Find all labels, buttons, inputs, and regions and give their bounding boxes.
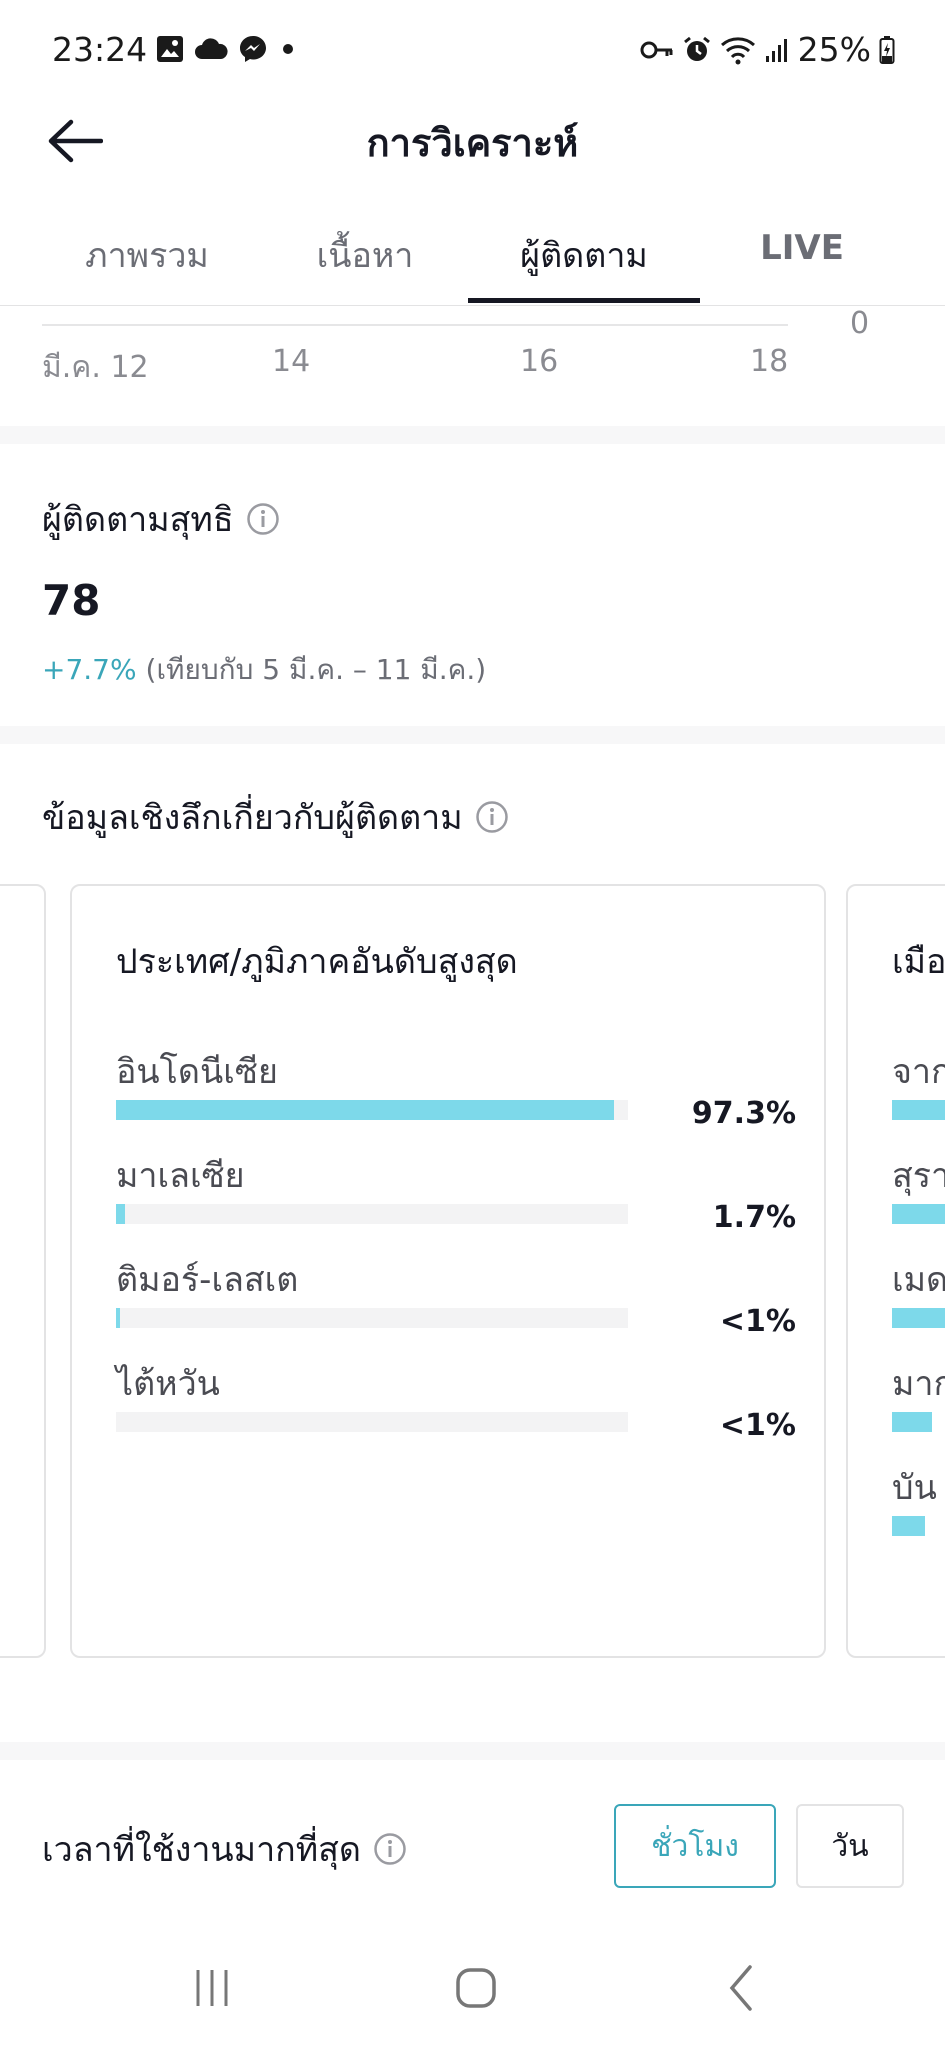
messenger-icon <box>238 34 268 64</box>
country-name: ไต้หวัน <box>116 1364 220 1404</box>
city-bar-fill <box>892 1516 925 1536</box>
city-bar-fill <box>892 1204 945 1224</box>
country-bar-fill <box>116 1204 125 1224</box>
days-toggle-button[interactable]: วัน <box>796 1804 904 1888</box>
top-cities-title: เมือ <box>892 942 945 982</box>
dot-icon <box>278 39 298 59</box>
net-followers-title-row: ผู้ติดตามสุทธิ <box>42 492 280 546</box>
comparison-period: (เทียบกับ 5 มี.ค. – 11 มี.ค.) <box>145 653 487 686</box>
info-icon[interactable] <box>373 1832 407 1866</box>
signal-icon <box>764 36 790 64</box>
country-bar-track <box>116 1412 628 1432</box>
x-tick-label: 14 <box>272 344 311 379</box>
city-name: จาก <box>892 1052 945 1092</box>
country-bar-fill <box>116 1308 121 1328</box>
city-name: บัน <box>892 1468 937 1508</box>
top-cities-card[interactable]: เมือ จาก สุรา เมด มาก บัน <box>846 884 945 1658</box>
system-nav-bar <box>0 1920 945 2048</box>
section-divider <box>0 426 945 444</box>
status-icons-left <box>156 34 298 64</box>
active-tab-indicator <box>468 298 700 303</box>
city-bar-fill <box>892 1308 945 1328</box>
change-percent: +7.7% <box>42 653 137 686</box>
net-followers-value: 78 <box>42 576 101 625</box>
country-percent: <1% <box>719 1408 796 1443</box>
recent-apps-button[interactable] <box>182 1958 242 2018</box>
x-tick-label: มี.ค. 12 <box>42 350 149 385</box>
home-button[interactable] <box>446 1958 506 2018</box>
tab-bar: ภาพรวม เนื้อหา ผู้ติดตาม LIVE <box>0 210 945 306</box>
tab-followers[interactable]: ผู้ติดตาม <box>468 228 700 282</box>
country-name: มาเลเซีย <box>116 1156 245 1196</box>
active-times-title-row: เวลาที่ใช้งานมากที่สุด <box>42 1822 407 1876</box>
tab-overview[interactable]: ภาพรวม <box>62 228 232 282</box>
y-tick-label: 0 <box>850 306 870 341</box>
country-percent: 1.7% <box>712 1200 796 1235</box>
chart-baseline <box>42 324 788 326</box>
system-back-button[interactable] <box>712 1958 772 2018</box>
insights-title-row: ข้อมูลเชิงลึกเกี่ยวกับผู้ติดตาม <box>42 790 509 844</box>
country-name: อินโดนีเซีย <box>116 1052 278 1092</box>
city-name: เมด <box>892 1260 945 1300</box>
city-name: มาก <box>892 1364 945 1404</box>
country-percent: <1% <box>719 1304 796 1339</box>
net-followers-section: ผู้ติดตามสุทธิ 78 +7.7% (เทียบกับ 5 มี.ค… <box>0 446 945 726</box>
cloud-icon <box>194 37 228 61</box>
top-countries-card[interactable]: ประเทศ/ภูมิภาคอันดับสูงสุด อินโดนีเซีย 9… <box>70 884 826 1658</box>
header: การวิเคราะห์ <box>0 100 945 200</box>
country-percent: 97.3% <box>691 1096 796 1131</box>
country-bar-track <box>116 1308 628 1328</box>
city-name: สุรา <box>892 1156 945 1196</box>
key-icon <box>640 38 674 62</box>
image-icon <box>156 35 184 63</box>
battery-icon <box>879 35 895 65</box>
alarm-icon <box>682 35 712 65</box>
city-bar-fill <box>892 1412 932 1432</box>
status-icons-right: 25% <box>640 30 895 69</box>
country-bar-track <box>116 1100 628 1120</box>
battery-percent: 25% <box>797 30 871 69</box>
section-divider <box>0 1742 945 1760</box>
country-bar-track <box>116 1204 628 1224</box>
page-title: การวิเคราะห์ <box>366 121 579 165</box>
insights-title: ข้อมูลเชิงลึกเกี่ยวกับผู้ติดตาม <box>42 798 463 838</box>
net-followers-change: +7.7% (เทียบกับ 5 มี.ค. – 11 มี.ค.) <box>42 648 486 692</box>
hours-toggle-button[interactable]: ชั่วโมง <box>614 1804 776 1888</box>
status-time: 23:24 <box>52 30 148 69</box>
recent-apps-icon <box>196 1970 228 2006</box>
city-bar-fill <box>892 1100 945 1120</box>
x-tick-label: 16 <box>520 344 559 379</box>
status-bar: 23:24 25% <box>0 0 945 100</box>
info-icon[interactable] <box>475 800 509 834</box>
chevron-left-icon <box>729 1965 752 2011</box>
active-times-section: เวลาที่ใช้งานมากที่สุด ชั่วโมง วัน <box>0 1760 945 1890</box>
section-divider <box>0 726 945 744</box>
follower-chart-axis: มี.ค. 12 14 16 18 0 <box>0 306 945 426</box>
home-icon <box>456 1968 496 2008</box>
wifi-icon <box>720 35 756 65</box>
country-name: ติมอร์-เลสเต <box>116 1260 299 1300</box>
tab-live[interactable]: LIVE <box>722 228 882 268</box>
tab-content[interactable]: เนื้อหา <box>280 228 450 282</box>
x-tick-label: 18 <box>750 344 789 379</box>
net-followers-title: ผู้ติดตามสุทธิ <box>42 500 234 540</box>
top-countries-title: ประเทศ/ภูมิภาคอันดับสูงสุด <box>116 942 518 982</box>
country-bar-fill <box>116 1100 615 1120</box>
insight-card-previous[interactable] <box>0 884 46 1658</box>
info-icon[interactable] <box>246 502 280 536</box>
active-times-title: เวลาที่ใช้งานมากที่สุด <box>42 1830 361 1870</box>
